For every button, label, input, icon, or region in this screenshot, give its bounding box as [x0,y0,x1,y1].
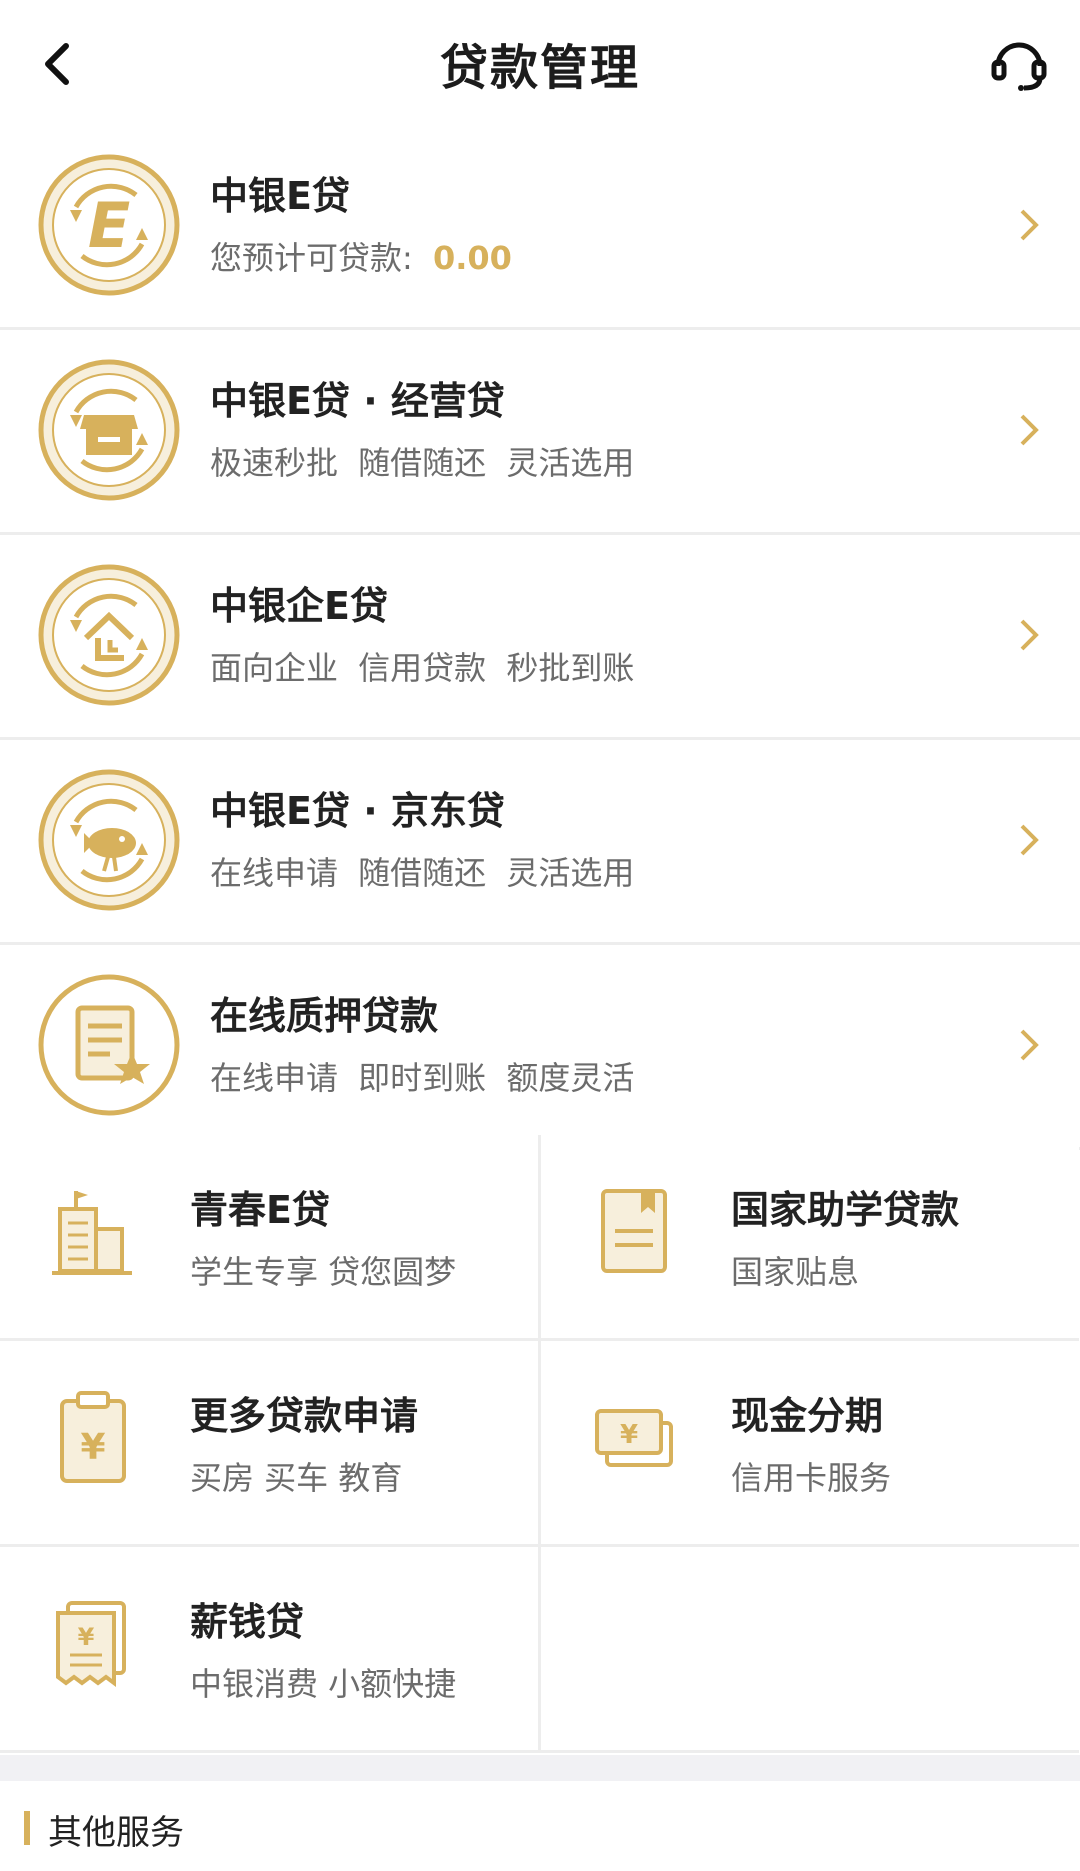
cell-title: 薪钱贷 [190,1600,305,1644]
building-icon [52,1191,132,1275]
estimated-loan-label: 您预计可贷款: [210,239,433,277]
svg-text:¥: ¥ [78,1623,95,1651]
chevron-right-icon [1020,824,1039,856]
grid-item-national-student-loan[interactable]: 国家助学贷款 国家贴息 [541,1135,1079,1341]
cell-subtitle: 学生专享 贷您圆梦 [190,1253,457,1291]
cell-title: 更多贷款申请 [190,1394,419,1438]
row-subtitle: 极速秒批 随借随还 灵活选用 [210,444,635,482]
cell-subtitle: 买房 买车 教育 [190,1459,403,1497]
grid-item-cash-installment[interactable]: ¥ 现金分期 信用卡服务 [541,1341,1079,1547]
chevron-right-icon [1020,414,1039,446]
customer-service-icon[interactable] [988,32,1050,94]
cell-subtitle: 国家贴息 [731,1253,860,1291]
loan-item-jd-loan[interactable]: 中银E贷 · 京东贷 在线申请 随借随还 灵活选用 [0,740,1080,945]
cell-subtitle: 信用卡服务 [731,1459,892,1497]
svg-text:¥: ¥ [620,1420,638,1450]
row-subtitle: 在线申请 即时到账 额度灵活 [210,1059,635,1097]
cell-subtitle: 中银消费 小额快捷 [190,1665,457,1703]
loan-item-zhongyin-e-dai[interactable]: E 中银E贷 您预计可贷款: 0.00 [0,125,1080,330]
cell-title: 国家助学贷款 [731,1188,960,1232]
loan-service-grid: 青春E贷 学生专享 贷您圆梦 国家助学贷款 国家贴息 ¥ 更多贷款申请 买房 买… [0,1135,1080,1753]
clipboard-yuan-icon: ¥ [60,1391,126,1483]
chevron-right-icon [1020,1029,1039,1061]
row-subtitle: 您预计可贷款: 0.00 [210,233,512,279]
grid-item-more-loan-applications[interactable]: ¥ 更多贷款申请 买房 买车 教育 [0,1341,541,1547]
row-title: 中银企E贷 [210,584,388,628]
chevron-right-icon [1020,209,1039,241]
chevron-right-icon [1020,619,1039,651]
book-icon [601,1189,667,1273]
receipt-icon: ¥ [56,1601,126,1687]
row-title: 中银E贷 · 京东贷 [210,789,505,833]
grid-empty-cell [541,1547,1079,1753]
cash-card-icon: ¥ [595,1409,673,1467]
jd-mascot-icon [38,769,180,911]
shop-icon [38,359,180,501]
svg-text:E: E [88,189,130,262]
row-subtitle: 面向企业 信用贷款 秒批到账 [210,649,635,687]
row-title: 在线质押贷款 [210,994,439,1038]
section-divider [0,1755,1080,1781]
other-services-section: 其他服务 [0,1781,1080,1871]
section-title: 其他服务 [48,1813,184,1853]
cell-title: 现金分期 [731,1394,884,1438]
loan-item-pledge-loan[interactable]: 在线质押贷款 在线申请 即时到账 额度灵活 [0,945,1080,1150]
svg-text:¥: ¥ [80,1427,105,1468]
section-accent-bar [24,1811,30,1845]
grid-item-salary-loan[interactable]: ¥ 薪钱贷 中银消费 小额快捷 [0,1547,541,1753]
estimated-loan-amount: 0.00 [432,239,512,277]
loan-item-business-loan[interactable]: 中银E贷 · 经营贷 极速秒批 随借随还 灵活选用 [0,330,1080,535]
header: 贷款管理 [0,0,1080,125]
row-subtitle: 在线申请 随借随还 灵活选用 [210,854,635,892]
page-title: 贷款管理 [439,40,640,96]
row-title: 中银E贷 [210,174,350,218]
e-loan-icon: E [38,154,180,296]
loan-item-enterprise-e-loan[interactable]: 中银企E贷 面向企业 信用贷款 秒批到账 [0,535,1080,740]
loan-product-list: E 中银E贷 您预计可贷款: 0.00 中银E贷 · 经营贷 极速秒批 随借随还… [0,125,1080,1150]
cell-title: 青春E贷 [190,1188,330,1232]
row-title: 中银E贷 · 经营贷 [210,379,505,423]
pledge-document-icon [38,974,180,1116]
enterprise-icon [38,564,180,706]
grid-item-youth-e-loan[interactable]: 青春E贷 学生专享 贷您圆梦 [0,1135,541,1341]
